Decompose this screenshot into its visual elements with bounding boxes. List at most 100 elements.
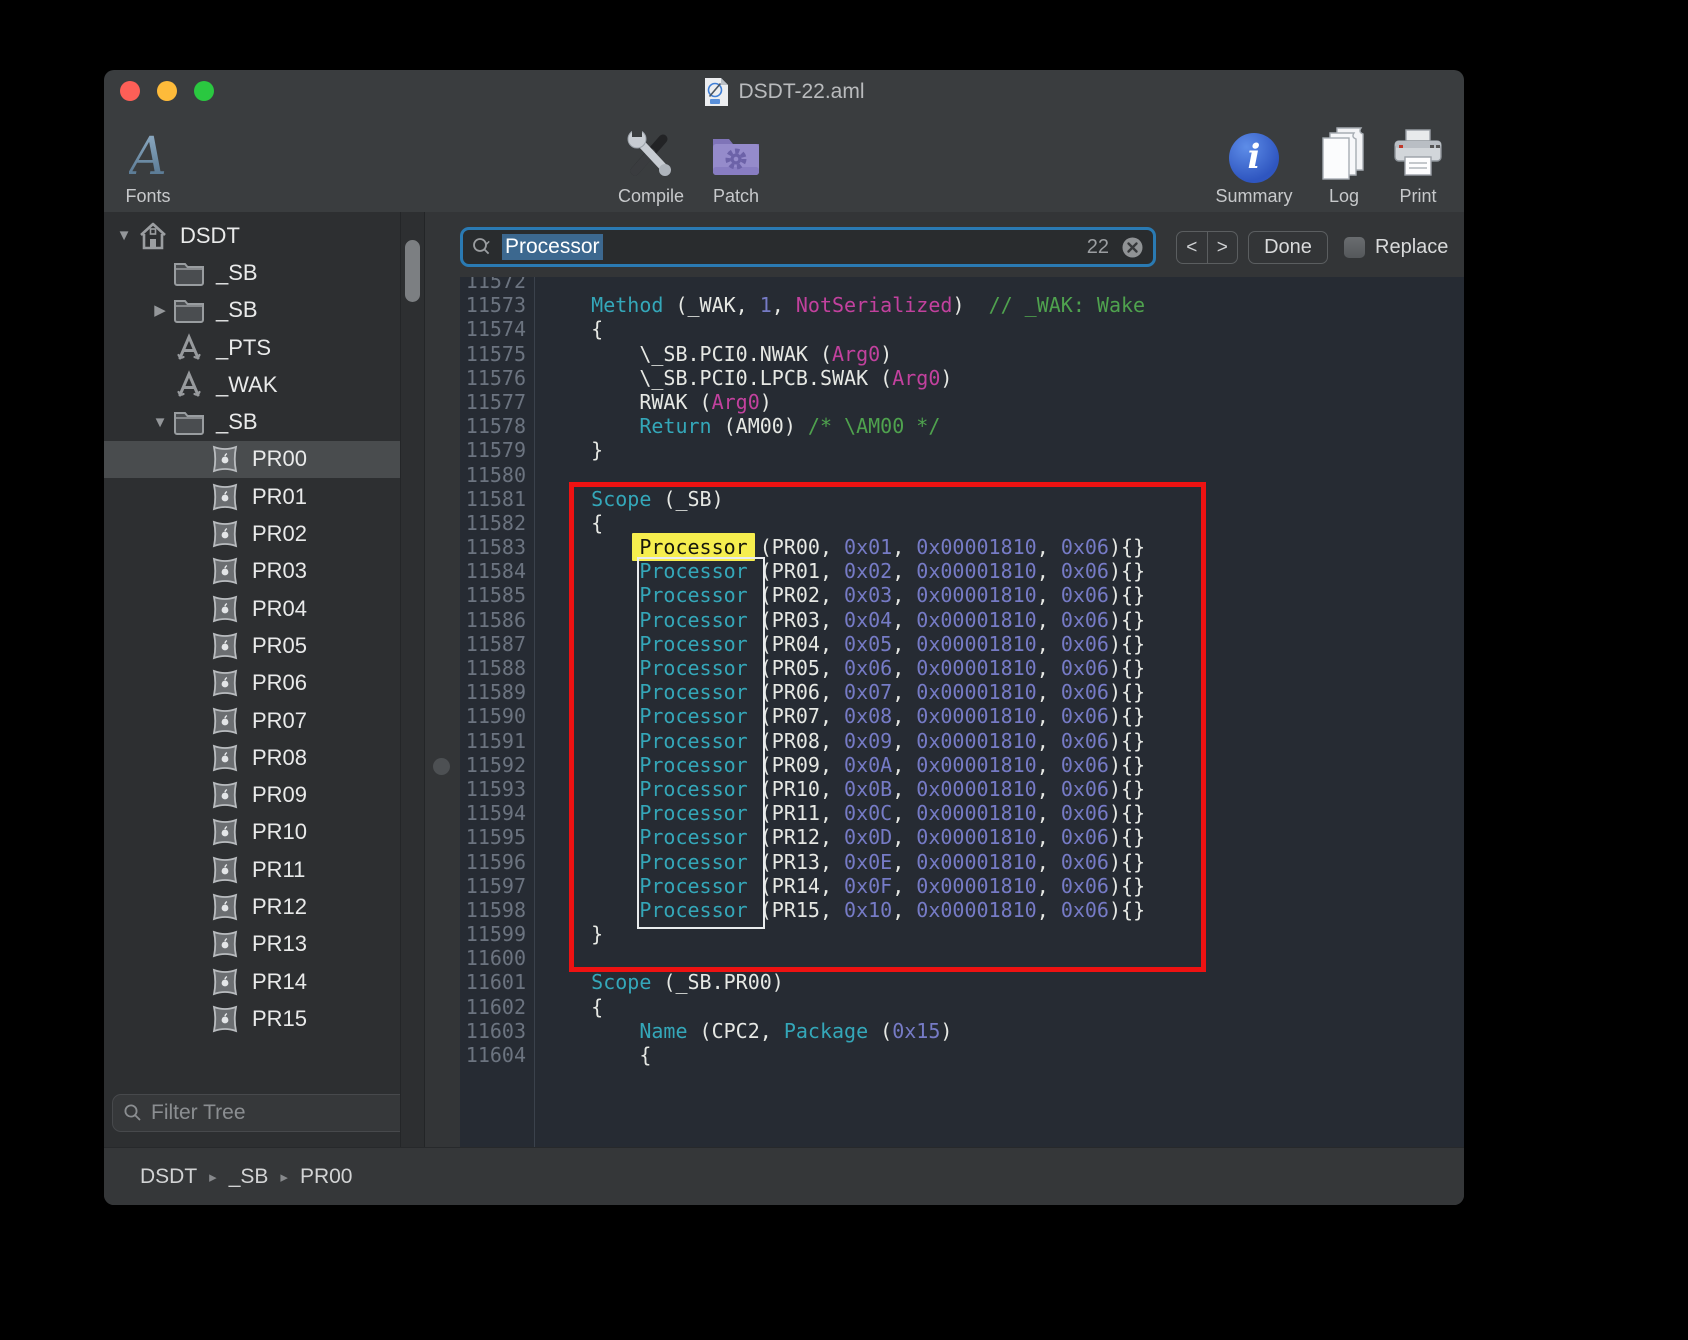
scrollbar-thumb[interactable] [405, 240, 420, 302]
code-text: Processor (PR01, 0x02, 0x00001810, 0x06)… [534, 559, 1145, 583]
fonts-button[interactable]: A Fonts [104, 123, 208, 207]
processor-icon [208, 855, 242, 885]
code-text: Method (_WAK, 1, NotSerialized) // _WAK:… [534, 293, 1145, 317]
code-text: Processor (PR05, 0x06, 0x00001810, 0x06)… [534, 656, 1145, 680]
search-match: Processor [639, 632, 747, 656]
filter-tree-input[interactable]: Filter Tree [112, 1094, 420, 1132]
next-match-button[interactable]: > [1208, 232, 1238, 263]
code-line: 11585 Processor (PR02, 0x03, 0x00001810,… [460, 583, 1464, 607]
code-line: 11594 Processor (PR11, 0x0C, 0x00001810,… [460, 801, 1464, 825]
toolbar: A Fonts Compile [104, 114, 1464, 212]
breadcrumb-item-pr00[interactable]: PR00 [300, 1165, 353, 1189]
code-text: Scope (_SB.PR00) [534, 970, 784, 994]
tree-item-pr13[interactable]: PR13 [104, 926, 400, 963]
line-number: 11574 [460, 317, 534, 341]
code-text: Processor (PR07, 0x08, 0x00001810, 0x06)… [534, 704, 1145, 728]
tree-item-pr15[interactable]: PR15 [104, 1000, 400, 1037]
line-number: 11604 [460, 1043, 534, 1067]
breadcrumb-item-dsdt[interactable]: DSDT [140, 1165, 197, 1189]
method-icon [172, 370, 206, 400]
line-number: 11594 [460, 801, 534, 825]
tree-item-dsdt[interactable]: ▼DSDT [104, 217, 400, 254]
code-line: 11598 Processor (PR15, 0x10, 0x00001810,… [460, 898, 1464, 922]
tree-item-pr10[interactable]: PR10 [104, 814, 400, 851]
code-line: 11586 Processor (PR03, 0x04, 0x00001810,… [460, 608, 1464, 632]
tree-item-_pts[interactable]: _PTS [104, 329, 400, 366]
tree-item-pr04[interactable]: PR04 [104, 590, 400, 627]
tree-item-pr06[interactable]: PR06 [104, 665, 400, 702]
clear-search-icon[interactable] [1121, 236, 1144, 259]
code-line: 11595 Processor (PR12, 0x0D, 0x00001810,… [460, 825, 1464, 849]
code-line: 11599 } [460, 922, 1464, 946]
disclosure-closed-icon[interactable]: ▶ [148, 301, 172, 319]
tree-item-pr08[interactable]: PR08 [104, 739, 400, 776]
code-text: { [534, 1043, 651, 1067]
line-number: 11584 [460, 559, 534, 583]
tree-item-label: PR08 [252, 745, 307, 771]
code-text: Processor (PR03, 0x04, 0x00001810, 0x06)… [534, 608, 1145, 632]
method-icon [172, 333, 206, 363]
disclosure-open-icon[interactable]: ▼ [148, 414, 172, 431]
search-match: Processor [639, 559, 747, 583]
code-line: 11588 Processor (PR05, 0x06, 0x00001810,… [460, 656, 1464, 680]
tree-item-pr05[interactable]: PR05 [104, 627, 400, 664]
tree-item-pr09[interactable]: PR09 [104, 776, 400, 813]
replace-checkbox[interactable] [1344, 237, 1365, 258]
line-number: 11576 [460, 366, 534, 390]
print-button[interactable]: Print [1358, 123, 1464, 207]
tree-item-pr02[interactable]: PR02 [104, 515, 400, 552]
code-line: 11591 Processor (PR08, 0x09, 0x00001810,… [460, 729, 1464, 753]
tree-item-pr03[interactable]: PR03 [104, 553, 400, 590]
code-line: 11581 Scope (_SB) [460, 487, 1464, 511]
tree-item-_sb[interactable]: ▶_SB [104, 292, 400, 329]
code-line: 11578 Return (AM00) /* \AM00 */ [460, 414, 1464, 438]
tree-item-_sb[interactable]: ▼ _SB [104, 403, 400, 440]
search-match: Processor [639, 704, 747, 728]
processor-icon [208, 780, 242, 810]
sidebar-scrollbar[interactable] [400, 212, 425, 1148]
processor-icon [208, 444, 242, 474]
ioreg-tree: ▼DSDT_SB▶_SB_PTS_WAK▼_SBPR00PR01PR02PR03… [104, 212, 400, 1105]
code-text [534, 463, 543, 487]
done-button[interactable]: Done [1248, 231, 1328, 264]
disclosure-open-icon[interactable]: ▼ [112, 227, 136, 244]
line-number: 11595 [460, 825, 534, 849]
tree-item-label: _SB [216, 409, 258, 435]
document-icon [703, 77, 729, 107]
pane-splitter[interactable] [424, 212, 458, 1148]
editor-pane: Processor 22 < > Done Replace [456, 212, 1464, 1148]
tree-item-pr11[interactable]: PR11 [104, 851, 400, 888]
line-number: 11589 [460, 680, 534, 704]
code-editor[interactable]: 1157211573 Method (_WAK, 1, NotSerialize… [460, 277, 1464, 1148]
line-number: 11593 [460, 777, 534, 801]
splitter-handle-icon[interactable] [433, 758, 450, 775]
tree-item-pr01[interactable]: PR01 [104, 478, 400, 515]
tree-item-label: PR12 [252, 894, 307, 920]
code-line: 11574 { [460, 317, 1464, 341]
search-icon [472, 236, 496, 258]
tree-item-pr00[interactable]: PR00 [104, 441, 400, 478]
breadcrumb-item-_sb[interactable]: _SB [229, 1165, 269, 1189]
previous-match-button[interactable]: < [1177, 232, 1208, 263]
processor-icon [208, 1004, 242, 1034]
find-input[interactable]: Processor 22 [460, 227, 1156, 267]
processor-icon [208, 594, 242, 624]
tree-item-pr07[interactable]: PR07 [104, 702, 400, 739]
tree-item-_sb[interactable]: _SB [104, 254, 400, 291]
folder-icon [172, 260, 206, 286]
tree-item-_wak[interactable]: _WAK [104, 366, 400, 403]
code-text: Processor (PR14, 0x0F, 0x00001810, 0x06)… [534, 874, 1145, 898]
tree-item-pr12[interactable]: PR12 [104, 888, 400, 925]
code-text: Processor (PR00, 0x01, 0x00001810, 0x06)… [534, 535, 1145, 559]
print-label: Print [1358, 186, 1464, 207]
breadcrumb-separator-icon: ▸ [280, 1168, 288, 1186]
find-prev-next: < > [1176, 231, 1238, 264]
replace-label: Replace [1375, 236, 1448, 259]
tree-item-label: PR10 [252, 819, 307, 845]
tree-item-label: PR03 [252, 558, 307, 584]
search-match: Processor [639, 801, 747, 825]
search-match: Processor [639, 656, 747, 680]
patch-button[interactable]: Patch [676, 123, 796, 207]
tree-item-pr14[interactable]: PR14 [104, 963, 400, 1000]
code-text: Scope (_SB) [534, 487, 724, 511]
